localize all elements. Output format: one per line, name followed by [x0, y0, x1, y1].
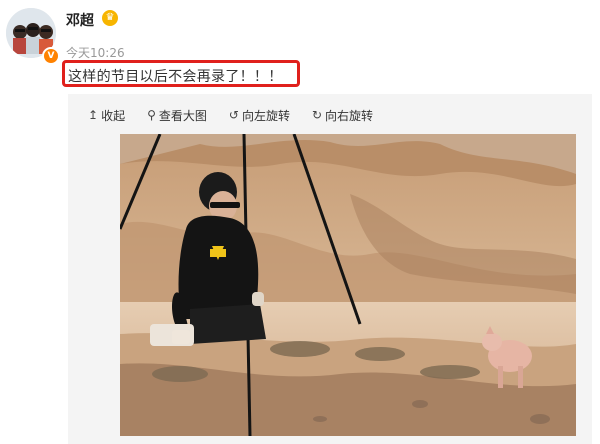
- photo-image: [120, 134, 576, 436]
- verified-v-icon: V: [42, 47, 60, 65]
- highlight-annotation: [62, 60, 300, 87]
- rotate-right-label: 向右旋转: [325, 108, 374, 123]
- rotate-right-button[interactable]: ↻ 向右旋转: [312, 107, 373, 124]
- view-large-button[interactable]: ⚲ 查看大图: [147, 107, 207, 124]
- post-timestamp[interactable]: 今天10:26: [66, 44, 125, 61]
- rotate-left-icon: ↺: [228, 108, 239, 122]
- image-toolbar: ↥ 收起 ⚲ 查看大图 ↺ 向左旋转 ↻ 向右旋转: [88, 106, 373, 124]
- collapse-label: 收起: [101, 108, 126, 123]
- crown-badge-icon[interactable]: ♛: [102, 10, 118, 26]
- rotate-right-icon: ↻: [311, 108, 323, 122]
- username[interactable]: 邓超: [66, 10, 94, 30]
- collapse-arrow-icon: ↥: [88, 108, 99, 122]
- collapse-button[interactable]: ↥ 收起: [88, 107, 125, 124]
- rotate-left-button[interactable]: ↺ 向左旋转: [229, 107, 290, 124]
- view-large-label: 查看大图: [158, 108, 207, 123]
- rotate-left-label: 向左旋转: [241, 108, 290, 123]
- post-photo[interactable]: [120, 134, 576, 436]
- magnifier-icon: ⚲: [147, 108, 156, 122]
